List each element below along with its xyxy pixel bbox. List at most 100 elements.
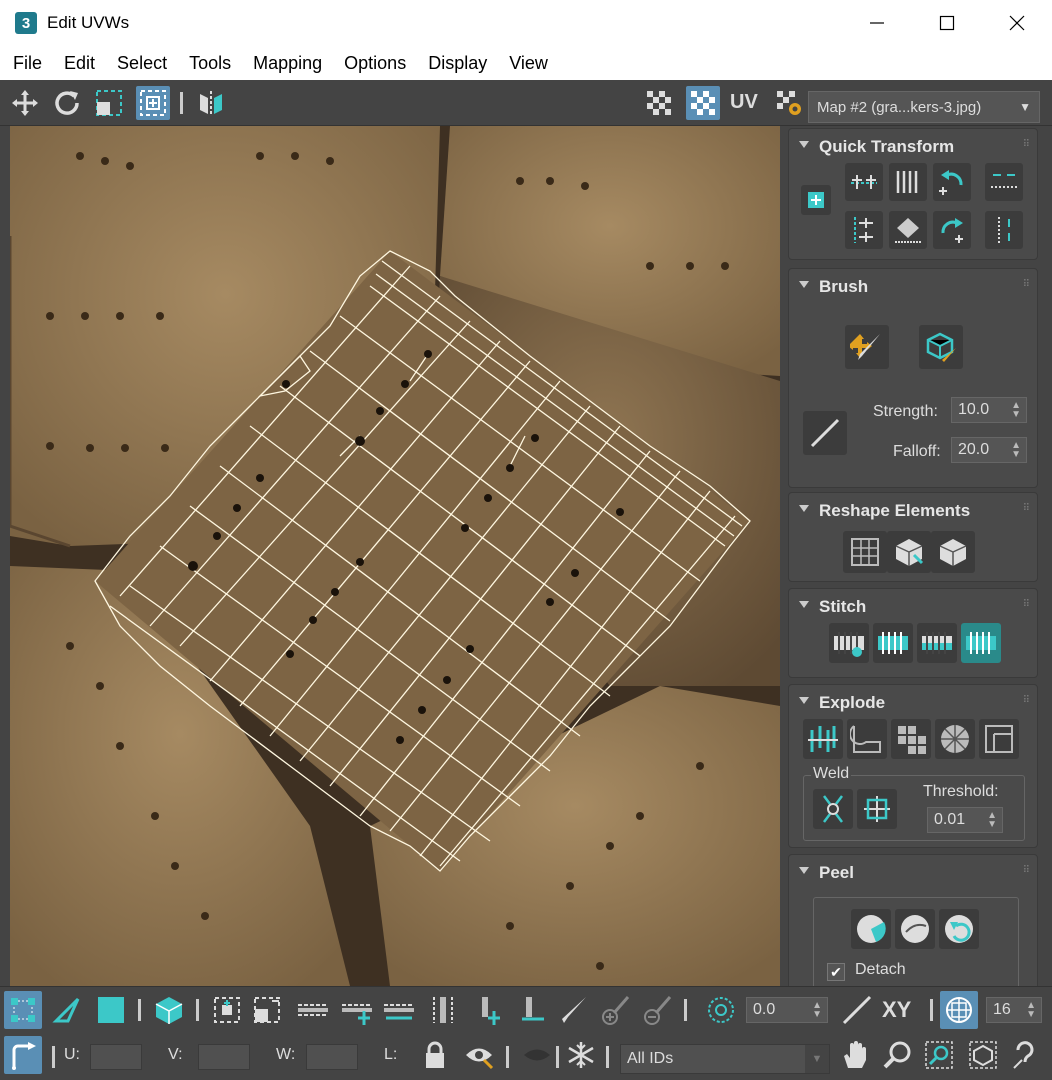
falloff-type-icon[interactable]	[838, 991, 876, 1029]
show-map-icon[interactable]	[686, 86, 720, 120]
straighten-icon[interactable]	[843, 531, 887, 573]
ring-select-icon[interactable]	[424, 991, 462, 1029]
freeze-icon[interactable]	[562, 1036, 600, 1074]
show-icon[interactable]	[518, 1036, 556, 1074]
reset-peel-icon[interactable]	[939, 909, 979, 949]
quick-peel-icon[interactable]	[851, 909, 891, 949]
checker-pattern-icon[interactable]	[642, 86, 676, 120]
relax-brush-icon[interactable]	[919, 325, 963, 369]
freeform-mode-icon[interactable]	[136, 86, 170, 120]
align-v-icon[interactable]	[985, 211, 1023, 249]
absolute-offset-mode-icon[interactable]	[4, 1036, 42, 1074]
strength-spinner[interactable]: 10.0 ▲ ▼	[951, 397, 1027, 423]
rollout-title[interactable]: Stitch	[819, 597, 866, 617]
weld-all-icon[interactable]	[857, 789, 897, 829]
menu-tools[interactable]: Tools	[189, 53, 231, 74]
freeform-select-icon[interactable]	[92, 86, 126, 120]
grip-icon[interactable]: ⠿	[1023, 503, 1030, 514]
rotate-ccw-icon[interactable]	[933, 163, 971, 201]
pivot-icon[interactable]	[801, 185, 831, 215]
pan-hand-icon[interactable]	[836, 1036, 874, 1074]
menu-edit[interactable]: Edit	[64, 53, 95, 74]
move-icon[interactable]	[8, 86, 42, 120]
map-settings-icon[interactable]	[772, 86, 806, 120]
xy-space-button[interactable]: XY	[882, 997, 911, 1023]
collapse-triangle-icon[interactable]	[799, 601, 809, 608]
align-vertical-icon[interactable]	[845, 211, 883, 249]
brush-falloff-icon[interactable]	[803, 411, 847, 455]
loop-grow-icon[interactable]	[338, 991, 376, 1029]
menu-options[interactable]: Options	[344, 53, 406, 74]
menu-file[interactable]: File	[13, 53, 42, 74]
flatten-by-material-icon[interactable]	[891, 719, 931, 759]
rotate-icon[interactable]	[50, 86, 84, 120]
grid-snap-icon[interactable]	[940, 991, 978, 1029]
grip-icon[interactable]: ⠿	[1023, 139, 1030, 150]
minimize-button[interactable]	[842, 0, 912, 46]
collapse-triangle-icon[interactable]	[799, 697, 809, 704]
stitch-custom-icon[interactable]	[829, 623, 869, 663]
material-id-dropdown[interactable]: All IDs ▼	[620, 1044, 830, 1074]
flatten-by-polygon-icon[interactable]	[979, 719, 1019, 759]
collapse-triangle-icon[interactable]	[799, 281, 809, 288]
mirror-icon[interactable]	[194, 86, 228, 120]
spinner-arrows-icon[interactable]: ▲ ▼	[987, 811, 997, 830]
vertex-mode-icon[interactable]	[4, 991, 42, 1029]
maximize-button[interactable]	[912, 0, 982, 46]
grow-selection-icon[interactable]	[208, 991, 246, 1029]
zoom-region-icon[interactable]	[920, 1036, 958, 1074]
lock-icon[interactable]	[416, 1036, 454, 1074]
menu-view[interactable]: View	[509, 53, 548, 74]
threshold-spinner[interactable]: 0.01 ▲ ▼	[927, 807, 1003, 833]
menu-display[interactable]: Display	[428, 53, 487, 74]
align-u-icon[interactable]	[985, 163, 1023, 201]
uv-mode-button[interactable]: UV	[730, 91, 758, 114]
rollout-title[interactable]: Reshape Elements	[819, 501, 970, 521]
stitch-average-icon[interactable]	[917, 623, 957, 663]
grip-icon[interactable]: ⠿	[1023, 695, 1030, 706]
break-icon[interactable]	[803, 719, 843, 759]
paint-shrink-icon[interactable]	[638, 991, 676, 1029]
edge-mode-icon[interactable]	[48, 991, 86, 1029]
space-vertical-icon[interactable]	[889, 211, 927, 249]
falloff-distance-spinner[interactable]: 0.0 ▲ ▼	[746, 997, 828, 1023]
grid-size-spinner[interactable]: 16 ▲ ▼	[986, 997, 1042, 1023]
rotate-cw-icon[interactable]	[933, 211, 971, 249]
ring-grow-icon[interactable]	[470, 991, 508, 1029]
grip-icon[interactable]: ⠿	[1023, 279, 1030, 290]
collapse-triangle-icon[interactable]	[799, 867, 809, 874]
spinner-arrows-icon[interactable]: ▲ ▼	[1011, 441, 1021, 460]
collapse-triangle-icon[interactable]	[799, 505, 809, 512]
stitch-to-target-icon[interactable]	[961, 623, 1001, 663]
stitch-to-source-icon[interactable]	[873, 623, 913, 663]
ring-shrink-icon[interactable]	[514, 991, 552, 1029]
texture-map-dropdown[interactable]: Map #2 (gra...kers-3.jpg) ▼	[808, 91, 1040, 123]
close-button[interactable]	[982, 0, 1052, 46]
grip-icon[interactable]: ⠿	[1023, 865, 1030, 876]
rollout-title[interactable]: Peel	[819, 863, 854, 883]
pack-cube-icon[interactable]	[931, 531, 975, 573]
detach-checkbox[interactable]: ✔	[827, 963, 845, 981]
loop-shrink-icon[interactable]	[380, 991, 418, 1029]
zoom-extents-icon[interactable]	[964, 1036, 1002, 1074]
paint-move-brush-icon[interactable]	[845, 325, 889, 369]
w-input[interactable]	[306, 1044, 358, 1070]
space-horizontal-icon[interactable]	[889, 163, 927, 201]
collapse-triangle-icon[interactable]	[799, 141, 809, 148]
zoom-icon[interactable]	[878, 1036, 916, 1074]
element-mode-icon[interactable]	[150, 991, 188, 1029]
loop-select-icon[interactable]	[294, 991, 332, 1029]
flatten-sphere-icon[interactable]	[935, 719, 975, 759]
spinner-arrows-icon[interactable]: ▲ ▼	[1026, 1001, 1036, 1020]
paint-grow-icon[interactable]	[596, 991, 634, 1029]
weld-selected-icon[interactable]	[813, 789, 853, 829]
spinner-arrows-icon[interactable]: ▲ ▼	[1011, 401, 1021, 420]
align-horizontal-icon[interactable]	[845, 163, 883, 201]
falloff-spinner[interactable]: 20.0 ▲ ▼	[951, 437, 1027, 463]
menu-select[interactable]: Select	[117, 53, 167, 74]
u-input[interactable]	[90, 1044, 142, 1070]
flatten-by-smoothing-icon[interactable]	[847, 719, 887, 759]
soft-select-icon[interactable]	[702, 991, 740, 1029]
spinner-arrows-icon[interactable]: ▲ ▼	[812, 1001, 822, 1020]
peel-mode-icon[interactable]	[895, 909, 935, 949]
